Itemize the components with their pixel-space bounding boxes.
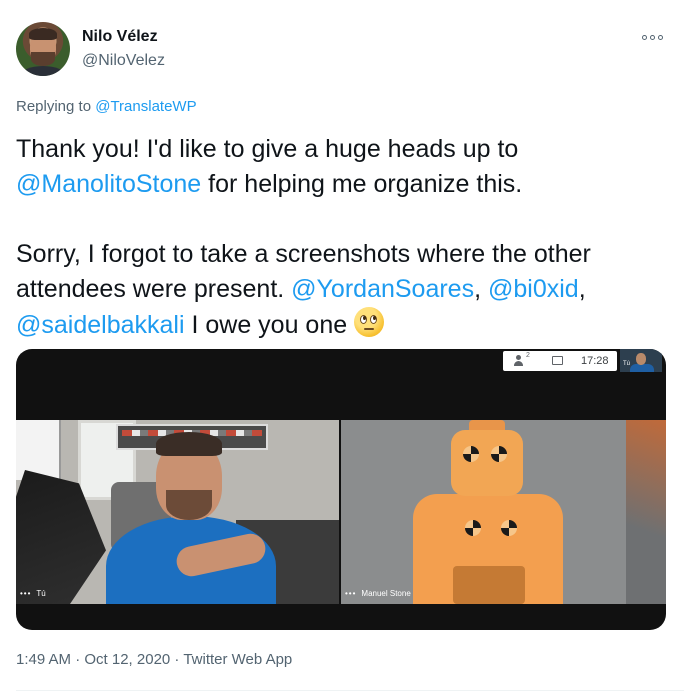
divider [16,690,684,691]
replying-to: Replying to @TranslateWP [16,98,197,115]
video-tile-manuel: ••• Manuel Stone [341,420,666,604]
mention-bi0xid[interactable]: @bi0xid [488,275,579,303]
replying-prefix: Replying to [16,98,92,115]
chat-icon[interactable] [552,356,563,365]
tile-label-manuel: ••• Manuel Stone [345,589,411,598]
rolling-eyes-emoji-icon [354,307,385,337]
tweet-comma-2: , [578,275,586,303]
tweet-text-line2: for helping me organize this. [201,170,523,198]
mention-manolitostone[interactable]: @ManolitoStone [16,170,201,198]
tweet-text-line1: Thank you! I'd like to give a huge heads… [16,135,519,163]
avatar[interactable] [16,22,70,76]
meet-time: 17:28 [581,355,609,367]
tile-menu-dots-icon[interactable]: ••• [345,589,356,598]
author-name[interactable]: Nilo Vélez [82,28,158,46]
people-icon[interactable] [513,355,527,367]
author-handle[interactable]: @NiloVelez [82,52,165,70]
tweet-comma-1: , [474,275,488,303]
replying-mention-link[interactable]: @TranslateWP [95,98,196,115]
tweet-media-image[interactable]: 2 17:28 Tú ••• Tú ••• Manuel Stone [16,349,666,630]
tile-menu-dots-icon[interactable]: ••• [20,589,31,598]
meet-toolbar: 2 17:28 [503,351,617,371]
tweet: Nilo Vélez @NiloVelez Replying to @Trans… [0,0,700,700]
self-view-thumbnail: Tú [620,349,662,372]
mention-yordansoares[interactable]: @YordanSoares [291,275,474,303]
self-view-label: Tú [623,361,631,367]
mention-saidelbakkali[interactable]: @saidelbakkali [16,311,185,339]
more-options-icon[interactable] [642,30,666,44]
tweet-timestamp[interactable]: 1:49 AM · Oct 12, 2020 · Twitter Web App [16,651,292,668]
people-count: 2 [526,352,530,359]
tile-label-self: ••• Tú [20,589,46,598]
tweet-text-line4: I owe you one [184,311,355,339]
video-tile-self: ••• Tú [16,420,339,604]
tweet-text: Thank you! I'd like to give a huge heads… [16,132,676,343]
